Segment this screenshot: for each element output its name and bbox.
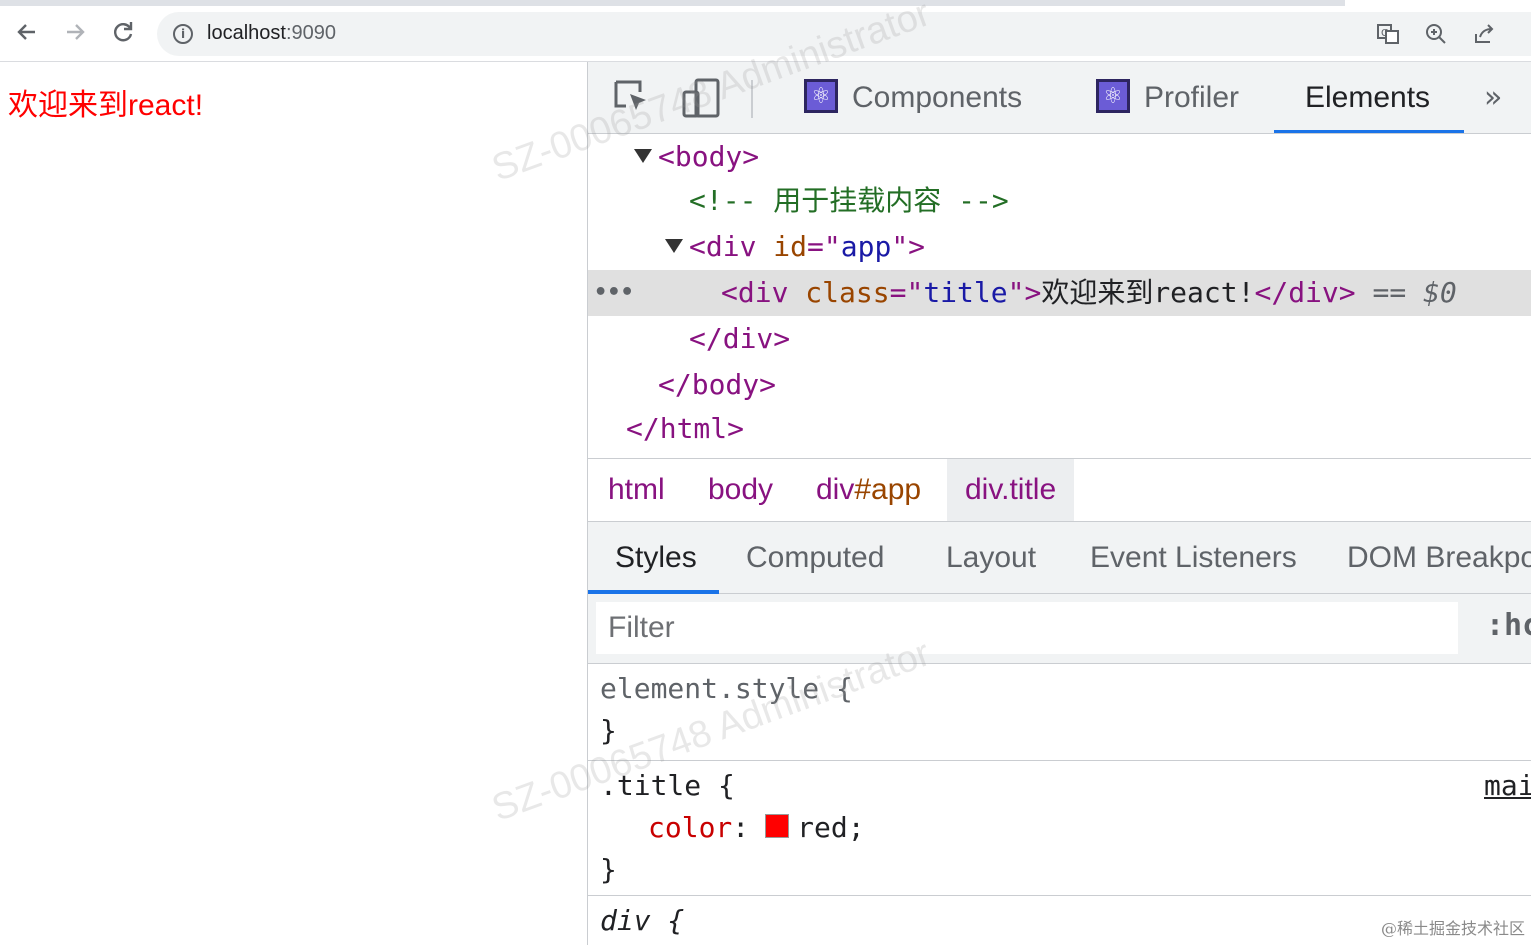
dom-node-body[interactable]: <body>	[634, 134, 759, 180]
styles-tab-bar: Styles Computed Layout Event Listeners D…	[588, 522, 1531, 594]
tag-close: ">	[891, 230, 926, 263]
tag-div-open: <div	[721, 276, 806, 309]
selector-element-style[interactable]: element.style {	[600, 668, 853, 710]
tag-html-close: </html>	[626, 412, 745, 445]
tab-profiler[interactable]: ⚛ Profiler	[1096, 62, 1239, 134]
url-text[interactable]: localhost:9090	[207, 22, 336, 45]
tab-elements[interactable]: Elements	[1305, 62, 1430, 134]
collapse-triangle-icon[interactable]	[665, 239, 683, 253]
attr-eq: ="	[889, 276, 924, 309]
breadcrumb-html[interactable]: html	[608, 459, 665, 521]
page-title: 欢迎来到react!	[8, 89, 204, 122]
dom-node-comment[interactable]: <!-- 用于挂载内容 -->	[689, 178, 1009, 224]
forward-button[interactable]	[61, 18, 89, 46]
collapse-triangle-icon[interactable]	[634, 149, 652, 163]
credit-watermark: @稀土掘金技术社区	[1380, 919, 1525, 938]
breadcrumb-body[interactable]: body	[708, 459, 773, 521]
declaration-color[interactable]: color: red;	[648, 807, 865, 849]
node-text: 欢迎来到react!	[1041, 276, 1255, 309]
zoom-icon[interactable]	[1423, 22, 1449, 48]
arrow-left-icon	[17, 24, 35, 40]
active-tab-indicator	[1274, 130, 1464, 133]
reload-button[interactable]	[109, 18, 137, 46]
tab-profiler-label: Profiler	[1144, 81, 1240, 114]
selected-marker: ==	[1355, 276, 1424, 309]
share-icon[interactable]	[1471, 22, 1497, 48]
tab-components-label: Components	[852, 81, 1023, 114]
property-value: red;	[797, 811, 865, 844]
tab-event-listeners[interactable]: Event Listeners	[1090, 522, 1297, 594]
address-bar[interactable]: i localhost:9090 G	[157, 12, 1531, 56]
info-icon[interactable]: i	[173, 24, 193, 44]
selector-title[interactable]: .title {	[600, 765, 735, 807]
rule-close-brace: }	[600, 853, 617, 886]
device-toolbar-icon[interactable]	[682, 78, 722, 118]
breadcrumb-div-app[interactable]: div#app	[816, 459, 921, 521]
dom-node-html-close[interactable]: </html>	[626, 406, 744, 452]
attr-value: title	[923, 276, 1008, 309]
color-swatch[interactable]	[765, 814, 790, 838]
translate-icon[interactable]: G	[1375, 22, 1401, 48]
tab-layout[interactable]: Layout	[946, 522, 1036, 594]
dom-node-div-close[interactable]: </div>	[689, 316, 790, 362]
react-icon: ⚛	[804, 79, 838, 114]
tag-close: ">	[1007, 276, 1042, 309]
devtools-panel: ⚛ Components ⚛ Profiler Elements » <body> …	[587, 62, 1531, 945]
tag-div-open: <div	[689, 230, 774, 263]
dom-node-div-title-content: <div class="title">欢迎来到react!</div> == $…	[721, 270, 1457, 316]
dom-node-div-app[interactable]: <div id="app">	[665, 224, 925, 270]
page-viewport: 欢迎来到react!	[0, 62, 587, 945]
inspect-element-icon[interactable]	[612, 78, 652, 118]
dom-node-body-close[interactable]: </body>	[658, 362, 776, 408]
breadcrumb-div-app-tag: div	[816, 473, 855, 506]
tab-computed[interactable]: Computed	[746, 522, 884, 594]
tab-strip-edge	[0, 0, 1345, 6]
back-button[interactable]	[13, 18, 41, 46]
hover-state-toggle[interactable]: :hc	[1486, 608, 1531, 643]
property-name: color	[648, 811, 733, 844]
tab-dom-breakpoints[interactable]: DOM Breakpo	[1347, 522, 1531, 594]
source-link[interactable]: mai	[1484, 765, 1531, 807]
filter-bar: :hc	[588, 594, 1531, 664]
selector-div[interactable]: div {	[600, 900, 684, 942]
breadcrumb-div-app-id: #app	[854, 473, 922, 506]
reload-icon	[114, 22, 133, 42]
star-icon[interactable]	[1515, 22, 1531, 48]
dollar-zero: $0	[1423, 276, 1457, 309]
more-tabs-icon[interactable]: »	[1484, 80, 1502, 115]
url-port: :9090	[285, 22, 336, 44]
property-colon: :	[732, 811, 750, 844]
tab-styles[interactable]: Styles	[615, 522, 697, 594]
attr-name: id	[773, 230, 808, 263]
html-comment: <!-- 用于挂载内容 -->	[689, 184, 1009, 217]
tag-div-close: </div>	[1254, 276, 1356, 309]
breadcrumb-div-title[interactable]: div.title	[947, 459, 1075, 521]
browser-toolbar: i localhost:9090 G	[0, 0, 1531, 62]
url-host: localhost	[207, 22, 286, 44]
tag-div-close: </div>	[689, 322, 791, 355]
rule-element-style: element.style { }	[588, 664, 1531, 761]
tag-body-open: <body>	[658, 140, 760, 173]
rule-title: .title { mai color: red; }	[588, 761, 1531, 896]
rule-close-brace: }	[600, 714, 617, 747]
attr-name: class	[805, 276, 890, 309]
attr-eq: ="	[807, 230, 841, 263]
dom-tree: <body> <!-- 用于挂载内容 --> <div id="app"> ••…	[588, 134, 1531, 458]
breadcrumb: html body div#app div.title	[588, 458, 1531, 522]
styles-filter-input[interactable]	[596, 602, 1458, 654]
tag-body-close: </body>	[658, 368, 777, 401]
dom-node-div-title-selected[interactable]: ••• <div class="title">欢迎来到react!</div> …	[588, 270, 1531, 316]
react-icon: ⚛	[1096, 79, 1130, 114]
tab-components[interactable]: ⚛ Components	[804, 62, 1022, 134]
attr-value: app	[840, 230, 892, 263]
toolbar-separator	[751, 80, 753, 118]
arrow-right-icon	[67, 24, 85, 40]
devtools-tab-bar: ⚛ Components ⚛ Profiler Elements »	[588, 62, 1531, 134]
more-actions-icon[interactable]: •••	[594, 270, 634, 316]
